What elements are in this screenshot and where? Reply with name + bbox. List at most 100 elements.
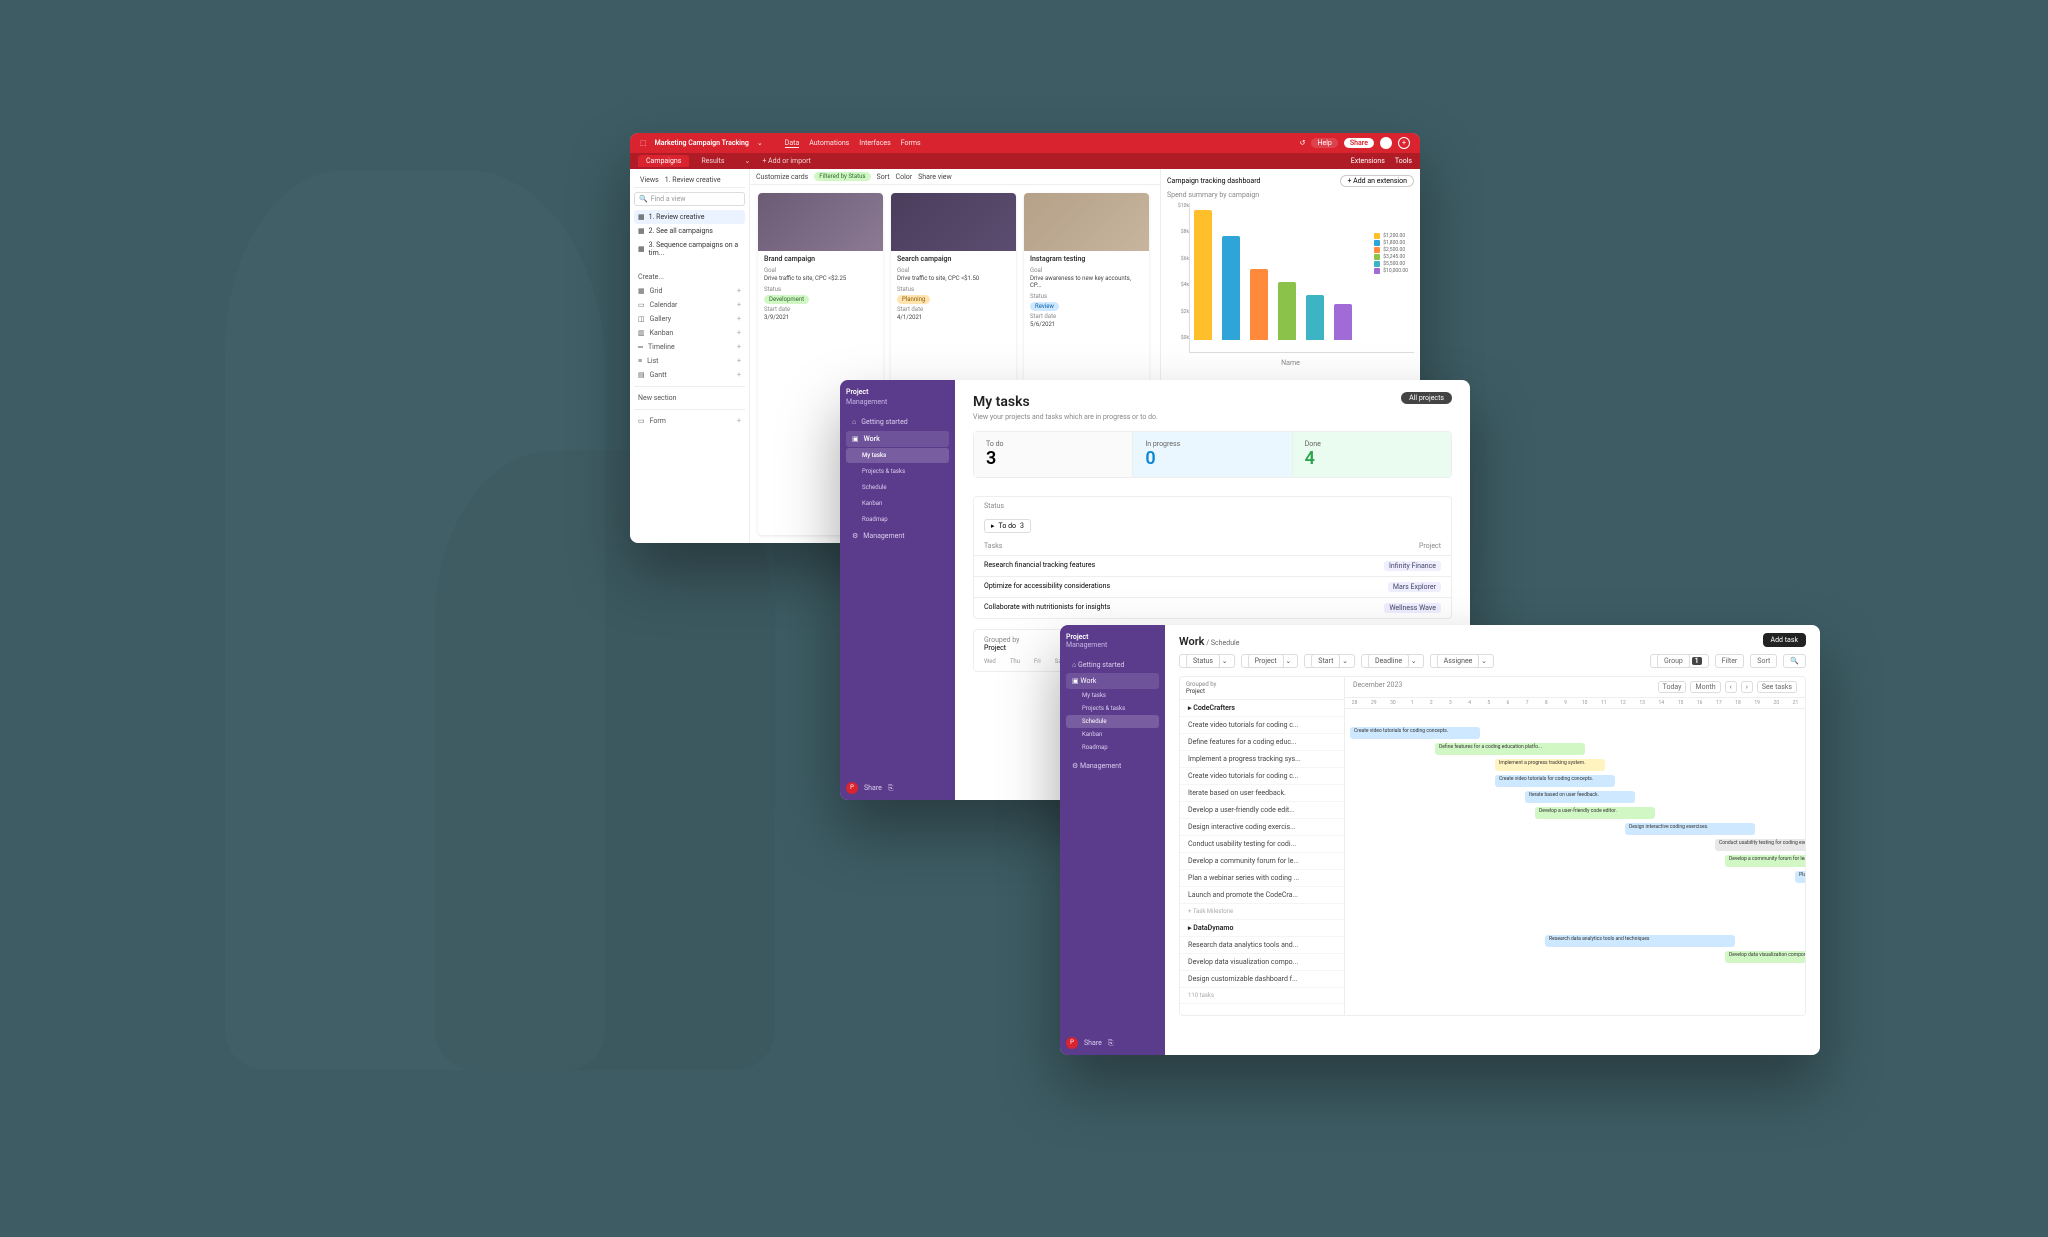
group-button[interactable]: Group 1 <box>1650 654 1709 668</box>
stat-done[interactable]: Done4 <box>1292 432 1451 477</box>
task-row[interactable]: Develop a user-friendly code edit... <box>1180 802 1344 819</box>
stat-todo[interactable]: To do3 <box>974 432 1132 477</box>
task-row[interactable]: Design customizable dashboard f... <box>1180 971 1344 988</box>
share-button[interactable]: Share <box>1084 1039 1102 1047</box>
task-row[interactable]: Plan a webinar series with coding ... <box>1180 870 1344 887</box>
create-form[interactable]: ▭Form+ <box>634 414 745 428</box>
nav-getting-started[interactable]: ⌂Getting started <box>846 414 949 430</box>
gantt-bar[interactable]: Implement a progress tracking system. <box>1495 759 1605 771</box>
filter-assignee[interactable]: Assignee ⌄ <box>1430 654 1494 668</box>
nav-work[interactable]: ▣ Work <box>1066 673 1159 689</box>
nav-work[interactable]: ▣Work <box>846 431 949 447</box>
filter-project[interactable]: Project ⌄ <box>1241 654 1299 668</box>
create-list[interactable]: ≡List+ <box>634 354 745 368</box>
sort-button[interactable]: Sort <box>1750 654 1777 668</box>
task-row[interactable]: Create video tutorials for coding c... <box>1180 717 1344 734</box>
avatar[interactable] <box>1380 137 1392 149</box>
extensions-tab[interactable]: Extensions <box>1351 157 1385 165</box>
add-table-button[interactable]: + Add or import <box>762 157 811 165</box>
new-section[interactable]: New section <box>634 391 745 405</box>
task-row[interactable]: Develop a community forum for le... <box>1180 853 1344 870</box>
task-row[interactable]: Launch and promote the CodeCra... <box>1180 887 1344 904</box>
nav-roadmap[interactable]: Roadmap <box>846 512 949 527</box>
tools-tab[interactable]: Tools <box>1395 157 1412 165</box>
view-item-1[interactable]: ▦1. Review creative <box>634 210 745 224</box>
nav-getting-started[interactable]: ⌂ Getting started <box>1066 657 1159 673</box>
task-row[interactable]: Conduct usability testing for codi... <box>1180 836 1344 853</box>
gantt-bar[interactable]: Develop a community forum for learners <box>1725 855 1805 867</box>
user-avatar[interactable]: P <box>846 782 858 794</box>
nav-my-tasks[interactable]: My tasks <box>1066 689 1159 702</box>
filter-start[interactable]: Start ⌄ <box>1304 654 1355 668</box>
create-calendar[interactable]: ▭Calendar+ <box>634 298 745 312</box>
user-avatar[interactable]: P <box>1066 1037 1078 1049</box>
nav-projects-tasks[interactable]: Projects & tasks <box>846 464 949 479</box>
add-task-button[interactable]: Add task <box>1763 633 1806 647</box>
task-row[interactable]: Implement a progress tracking sys... <box>1180 751 1344 768</box>
task-section[interactable]: ▸ DataDynamo <box>1180 920 1344 937</box>
share-button[interactable]: Share <box>864 784 882 792</box>
chevron-down-icon[interactable]: ⌄ <box>757 139 763 147</box>
nav-management[interactable]: ⚙Management <box>846 528 949 544</box>
create-gallery[interactable]: ◫Gallery+ <box>634 312 745 326</box>
table-row[interactable]: Optimize for accessibility consideration… <box>974 576 1451 597</box>
create-kanban[interactable]: ▥Kanban+ <box>634 326 745 340</box>
task-row[interactable]: Design interactive coding exercis... <box>1180 819 1344 836</box>
prev-button[interactable]: ‹ <box>1725 681 1737 693</box>
nav-my-tasks[interactable]: My tasks <box>846 448 949 463</box>
create-grid[interactable]: ▦Grid+ <box>634 284 745 298</box>
all-projects-button[interactable]: All projects <box>1401 392 1452 404</box>
nav-interfaces[interactable]: Interfaces <box>859 139 890 148</box>
add-button[interactable]: + <box>1398 137 1410 149</box>
sort-button[interactable]: Sort <box>877 173 890 181</box>
nav-data[interactable]: Data <box>785 139 800 148</box>
task-row[interactable]: Create video tutorials for coding c... <box>1180 768 1344 785</box>
create-gantt[interactable]: ▤Gantt+ <box>634 368 745 382</box>
task-row[interactable]: Research data analytics tools and... <box>1180 937 1344 954</box>
gantt-bar[interactable]: Develop data visualization components. <box>1725 951 1805 963</box>
tab-campaigns[interactable]: Campaigns <box>638 155 689 167</box>
search-icon[interactable]: 🔍 <box>1783 654 1806 668</box>
task-section[interactable]: ▸ CodeCrafters <box>1180 700 1344 717</box>
filter-status[interactable]: Status ⌄ <box>1179 654 1235 668</box>
color-button[interactable]: Color <box>896 173 913 181</box>
task-row[interactable]: Develop data visualization compo... <box>1180 954 1344 971</box>
gantt-bar[interactable]: Design interactive coding exercises. <box>1625 823 1755 835</box>
status-filter[interactable]: ▸ To do 3 <box>984 519 1031 533</box>
help-button[interactable]: Help <box>1311 138 1337 148</box>
nav-management[interactable]: ⚙ Management <box>1066 758 1159 774</box>
tab-results[interactable]: Results <box>693 155 732 167</box>
next-button[interactable]: › <box>1741 681 1753 693</box>
see-tasks-button[interactable]: See tasks <box>1757 681 1797 693</box>
nav-forms[interactable]: Forms <box>901 139 921 148</box>
view-item-3[interactable]: ▦3. Sequence campaigns on a tim... <box>634 238 745 260</box>
task-row[interactable]: + Task Milestone <box>1180 904 1344 920</box>
nav-schedule[interactable]: Schedule <box>1066 715 1159 728</box>
task-row[interactable]: 110 tasks <box>1180 988 1344 1004</box>
copy-icon[interactable]: ⎘ <box>1108 1039 1114 1048</box>
gantt-bar[interactable]: Create video tutorials for coding concep… <box>1350 727 1480 739</box>
copy-icon[interactable]: ⎘ <box>888 784 894 793</box>
history-icon[interactable]: ↺ <box>1300 139 1306 147</box>
nav-roadmap[interactable]: Roadmap <box>1066 741 1159 754</box>
table-row[interactable]: Research financial tracking featuresInfi… <box>974 555 1451 576</box>
today-button[interactable]: Today <box>1658 681 1687 693</box>
nav-automations[interactable]: Automations <box>809 139 849 148</box>
gantt-bar[interactable]: Plan a w... <box>1795 871 1805 883</box>
customize-cards-button[interactable]: Customize cards <box>756 173 808 181</box>
task-row[interactable]: Iterate based on user feedback. <box>1180 785 1344 802</box>
gantt-bar[interactable]: Iterate based on user feedback. <box>1525 791 1635 803</box>
active-view-chip[interactable]: 1. Review creative <box>665 176 721 184</box>
gantt-bar[interactable]: Define features for a coding education p… <box>1435 743 1585 755</box>
filter-deadline[interactable]: Deadline ⌄ <box>1361 654 1424 668</box>
task-row[interactable]: Define features for a coding educ... <box>1180 734 1344 751</box>
nav-projects-tasks[interactable]: Projects & tasks <box>1066 702 1159 715</box>
views-button[interactable]: Views <box>640 176 659 184</box>
nav-schedule[interactable]: Schedule <box>846 480 949 495</box>
add-extension-button[interactable]: + Add an extension <box>1340 175 1414 187</box>
nav-kanban[interactable]: Kanban <box>846 496 949 511</box>
nav-kanban[interactable]: Kanban <box>1066 728 1159 741</box>
view-item-2[interactable]: ▦2. See all campaigns <box>634 224 745 238</box>
create-timeline[interactable]: ═Timeline+ <box>634 340 745 354</box>
gantt-bar[interactable]: Develop a user-friendly code editor. <box>1535 807 1655 819</box>
